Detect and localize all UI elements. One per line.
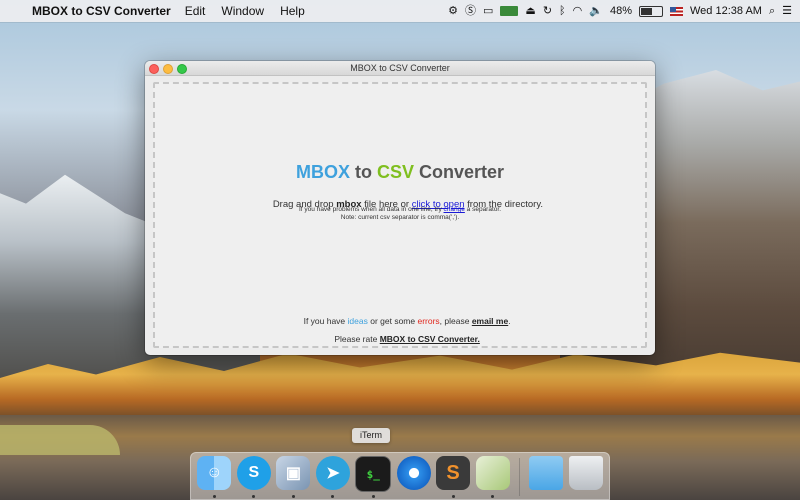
window-titlebar[interactable]: MBOX to CSV Converter <box>145 61 655 76</box>
finder-icon: ☺ <box>197 456 232 490</box>
running-indicator <box>212 495 216 498</box>
battery-icon[interactable] <box>639 5 663 17</box>
traffic-lights <box>149 64 187 74</box>
memory-meter-icon[interactable] <box>500 6 519 16</box>
hint-text-pre: If you have problems when all data in on… <box>299 206 444 213</box>
close-window-button[interactable] <box>149 64 159 74</box>
skype-icon: S <box>236 456 271 490</box>
separator-hint: If you have problems when all data in on… <box>155 206 645 222</box>
input-source-flag-icon[interactable] <box>670 6 683 16</box>
running-indicator <box>491 495 495 498</box>
menu-bar: MBOX to CSV Converter Edit Window Help ⚙… <box>0 0 800 22</box>
zoom-window-button[interactable] <box>177 64 187 74</box>
window-title: MBOX to CSV Converter <box>350 63 450 73</box>
trash-icon <box>568 456 603 490</box>
preview-icon: ▣ <box>276 456 311 490</box>
rate-line: Please rate MBOX to CSV Converter. <box>155 324 645 354</box>
menu-app-name[interactable]: MBOX to CSV Converter <box>30 4 177 18</box>
running-indicator <box>291 495 295 498</box>
app-headline: MBOX to CSV Converter <box>155 162 645 183</box>
dock-item-skype[interactable]: S <box>236 456 272 500</box>
running-indicator <box>331 495 335 498</box>
hint-line-2: Note: current csv separator is comma(','… <box>340 214 460 221</box>
wallpaper-shore <box>0 425 120 455</box>
dock-item-preview[interactable]: ▣ <box>276 456 311 500</box>
headline-mbox: MBOX <box>295 162 350 182</box>
rate-pre: Please rate <box>334 334 380 344</box>
headline-csv: CSV <box>376 162 414 182</box>
running-indicator <box>451 495 455 498</box>
volume-icon[interactable]: 🔈 <box>589 5 603 17</box>
dock-item-trash[interactable] <box>568 456 603 500</box>
dock-item-iterm[interactable]: $_ <box>355 456 392 500</box>
spotlight-search-icon[interactable]: ⌕ <box>769 5 775 17</box>
running-indicator <box>252 495 256 498</box>
rate-app-link[interactable]: MBOX to CSV Converter. <box>380 334 480 344</box>
dock-item-safari[interactable] <box>396 456 431 500</box>
minimize-window-button[interactable] <box>163 64 173 74</box>
menu-window[interactable]: Window <box>213 4 272 18</box>
bluetooth-icon[interactable]: ᛒ <box>559 5 566 17</box>
gear-icon[interactable]: ⚙ <box>448 5 458 17</box>
wifi-icon[interactable]: ◠ <box>573 5 583 17</box>
mbox-csv-icon <box>475 456 510 490</box>
battery-percent[interactable]: 48% <box>610 5 632 17</box>
hint-line-1: If you have problems when all data in on… <box>155 206 645 214</box>
dock-item-mbox-csv[interactable] <box>475 456 510 500</box>
sublime-icon: S <box>436 456 471 490</box>
dock-item-telegram[interactable]: ➤ <box>315 456 351 500</box>
dock-item-downloads[interactable] <box>529 456 564 500</box>
iterm-icon: $_ <box>355 456 392 492</box>
telegram-icon: ➤ <box>315 456 350 490</box>
menu-clock[interactable]: Wed 12:38 AM <box>690 5 762 17</box>
drop-zone[interactable]: MBOX to CSV Converter Drag and drop mbox… <box>153 82 647 348</box>
menu-bar-status-area: ⚙ Ⓢ ▭ ⏏ ↻ ᛒ ◠ 🔈 48% Wed 12:38 AM ⌕ ☰ <box>448 5 800 17</box>
hint-text-post: a separator. <box>464 206 501 213</box>
headline-converter: Converter <box>413 162 505 182</box>
dock-separator <box>518 458 520 496</box>
dock: ☺ S ▣ ➤ $_ S <box>190 452 610 500</box>
menu-edit[interactable]: Edit <box>177 4 214 18</box>
display-icon[interactable]: ▭ <box>483 5 493 17</box>
change-separator-link[interactable]: change <box>444 206 465 213</box>
dock-tooltip: iTerm <box>352 428 390 443</box>
skype-status-icon[interactable]: Ⓢ <box>465 5 476 17</box>
headline-to: to <box>349 162 377 182</box>
app-window: MBOX to CSV Converter MBOX to CSV Conver… <box>145 61 655 355</box>
time-machine-icon[interactable]: ↻ <box>543 5 552 17</box>
notification-center-icon[interactable]: ☰ <box>782 5 792 17</box>
eject-icon[interactable]: ⏏ <box>525 5 535 17</box>
safari-icon <box>396 456 431 490</box>
dock-item-sublime[interactable]: S <box>436 456 471 500</box>
dock-item-finder[interactable]: ☺ <box>197 456 232 500</box>
menu-help[interactable]: Help <box>272 4 313 18</box>
folder-icon <box>529 456 564 490</box>
running-indicator <box>371 495 375 498</box>
